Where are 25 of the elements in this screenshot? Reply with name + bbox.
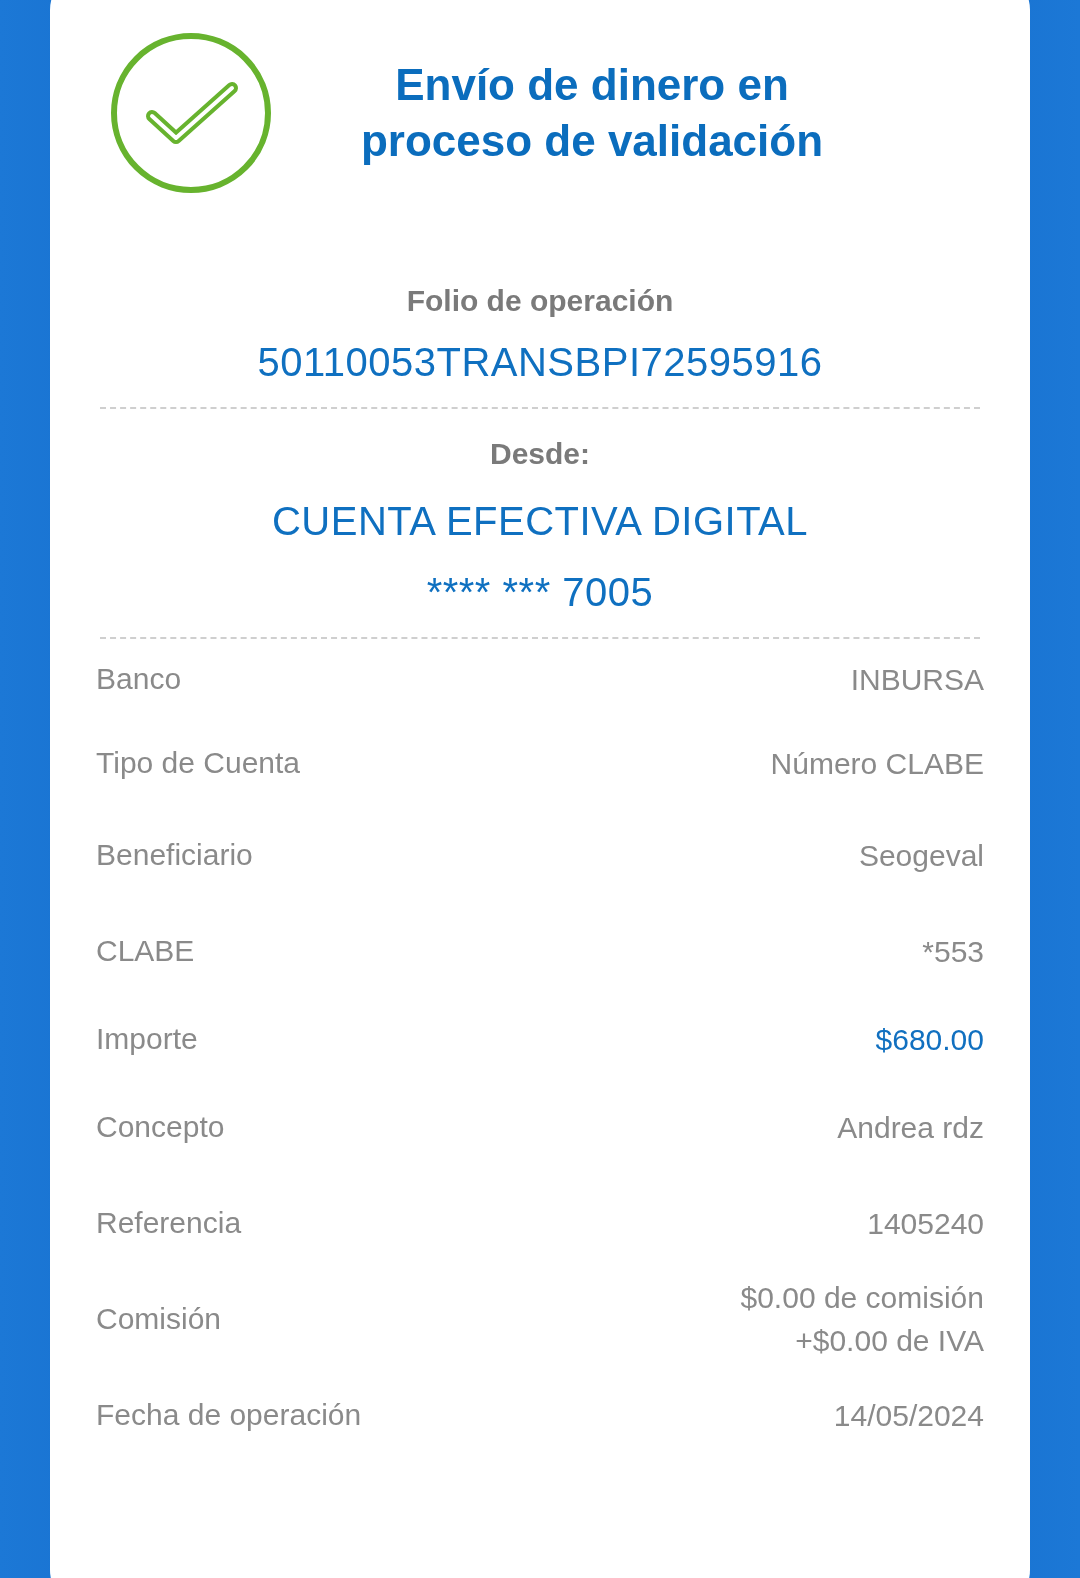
detail-label: Fecha de operación	[96, 1398, 362, 1432]
detail-value: 1405240	[867, 1205, 984, 1242]
detail-value: Número CLABE	[770, 745, 984, 782]
detail-value: INBURSA	[850, 661, 984, 698]
folio-label: Folio de operación	[406, 284, 674, 318]
detail-label: CLABE	[96, 934, 195, 968]
folio-number: 50110053TRANSBPI72595916	[257, 340, 823, 385]
account-name: CUENTA EFECTIVA DIGITAL	[272, 499, 808, 544]
origin-label: Desde:	[489, 437, 590, 471]
detail-value: $0.00 de comisión +$0.00 de IVA	[740, 1280, 984, 1359]
detail-label: Referencia	[96, 1206, 242, 1240]
detail-value: Seogeval	[858, 837, 984, 874]
status-title: Envío de dinero en proceso de validación	[359, 59, 825, 167]
detail-value: Andrea rdz	[837, 1109, 984, 1146]
detail-label: Comisión	[96, 1302, 222, 1336]
detail-label: Concepto	[96, 1110, 225, 1144]
detail-value: $680.00	[875, 1021, 984, 1058]
account-number: **** *** 7005	[426, 570, 654, 615]
check-icon	[110, 32, 272, 194]
detail-label: Beneficiario	[96, 838, 253, 872]
detail-value: *553	[922, 933, 984, 970]
detail-value: 14/05/2024	[833, 1397, 984, 1434]
detail-label: Banco	[96, 662, 182, 696]
detail-label: Tipo de Cuenta	[96, 746, 301, 780]
detail-label: Importe	[96, 1022, 198, 1056]
